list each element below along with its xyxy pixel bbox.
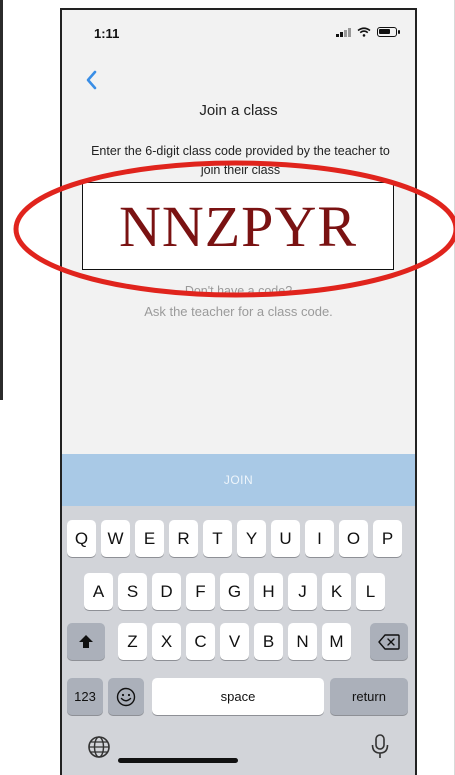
key-c[interactable]: C (186, 623, 215, 660)
key-e[interactable]: E (135, 520, 164, 557)
page-title: Join a class (199, 102, 278, 119)
microphone-icon[interactable] (370, 734, 390, 760)
key-q[interactable]: Q (67, 520, 96, 557)
emoji-key[interactable] (108, 678, 144, 715)
globe-icon[interactable] (87, 735, 111, 759)
signal-icon (336, 27, 351, 37)
status-icons (336, 27, 400, 37)
battery-icon (377, 27, 400, 37)
ask-teacher-text: Ask the teacher for a class code. (144, 304, 333, 319)
key-g[interactable]: G (220, 573, 249, 610)
status-bar: 1:11 (62, 10, 415, 58)
class-code-input[interactable]: NNZPYR (82, 182, 394, 270)
numbers-key[interactable]: 123 (67, 678, 103, 715)
key-b[interactable]: B (254, 623, 283, 660)
key-u[interactable]: U (271, 520, 300, 557)
key-m[interactable]: M (322, 623, 351, 660)
shift-icon (79, 634, 93, 648)
key-v[interactable]: V (220, 623, 249, 660)
instruction-text: Enter the 6-digit class code provided by… (91, 144, 390, 177)
key-y[interactable]: Y (237, 520, 266, 557)
class-code-value: NNZPYR (118, 193, 358, 259)
key-p[interactable]: P (373, 520, 402, 557)
space-key[interactable]: space (152, 678, 324, 715)
backspace-icon (378, 633, 400, 650)
left-edge-line (0, 0, 3, 400)
key-d[interactable]: D (152, 573, 181, 610)
key-h[interactable]: H (254, 573, 283, 610)
join-button[interactable]: JOIN (62, 454, 415, 506)
wifi-icon (357, 27, 371, 37)
key-o[interactable]: O (339, 520, 368, 557)
key-t[interactable]: T (203, 520, 232, 557)
no-code-text: Don't have a code? (184, 284, 293, 298)
back-chevron-icon[interactable] (80, 68, 104, 92)
join-button-label: JOIN (223, 473, 254, 487)
key-k[interactable]: K (322, 573, 351, 610)
key-l[interactable]: L (356, 573, 385, 610)
emoji-icon (116, 687, 136, 706)
key-z[interactable]: Z (118, 623, 147, 660)
key-f[interactable]: F (186, 573, 215, 610)
key-j[interactable]: J (288, 573, 317, 610)
home-indicator (118, 758, 238, 763)
return-key[interactable]: return (330, 678, 408, 715)
key-x[interactable]: X (152, 623, 181, 660)
status-time: 1:11 (94, 26, 120, 41)
delete-key[interactable] (370, 623, 408, 660)
key-r[interactable]: R (169, 520, 198, 557)
shift-key[interactable] (67, 623, 105, 660)
key-s[interactable]: S (118, 573, 147, 610)
key-n[interactable]: N (288, 623, 317, 660)
key-w[interactable]: W (101, 520, 130, 557)
key-a[interactable]: A (84, 573, 113, 610)
key-i[interactable]: I (305, 520, 334, 557)
keyboard: Q W E R T Y U I O P A S D F G H J K L Z … (62, 506, 415, 775)
phone-frame: 1:11 Join a class Enter the 6-digit clas… (60, 8, 417, 775)
